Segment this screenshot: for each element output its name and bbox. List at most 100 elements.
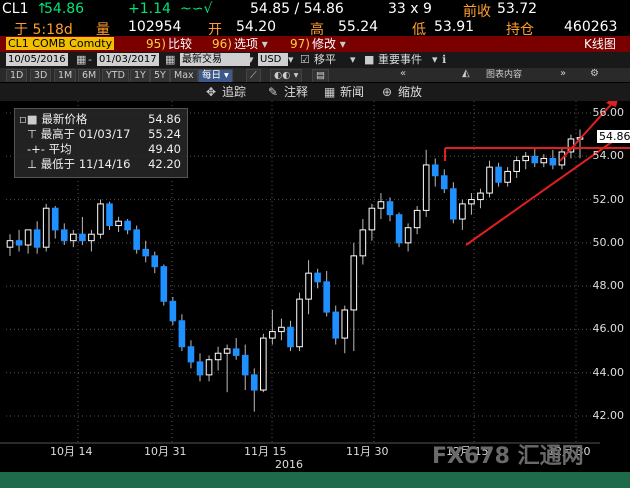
x-tick-label: 11月 15 — [244, 445, 287, 458]
options-bar: 10/05/2016 ▦ - 01/03/2017 ▦ 最新交易 ▾ USD ▾… — [0, 52, 630, 68]
mode-select[interactable]: 最新交易 — [180, 53, 250, 66]
period-3d[interactable]: 3D — [30, 69, 52, 82]
candle-up — [459, 203, 466, 220]
candle-down — [79, 233, 86, 242]
end-date-field[interactable]: 01/03/2017 — [97, 53, 159, 66]
info-icon[interactable]: ℹ — [442, 53, 446, 66]
low: 53.91 — [434, 19, 475, 35]
candle-down — [124, 220, 131, 231]
candle-up — [269, 331, 276, 339]
candle-down — [51, 207, 59, 231]
track-button[interactable]: 追踪 — [222, 85, 246, 99]
candle-down — [549, 157, 557, 166]
news-icon: ▦ — [324, 85, 336, 99]
chevron-down-icon[interactable]: ▾ — [432, 53, 438, 66]
x-tick-label: 11月 30 — [346, 445, 389, 458]
candle-up — [377, 201, 385, 209]
open-interest: 460263 — [564, 19, 618, 35]
news-button[interactable]: 新闻 — [340, 85, 364, 99]
y-tick-label: 42.00 — [592, 409, 625, 422]
table-icon[interactable]: ▤ — [312, 69, 329, 82]
chevron-down-icon[interactable]: ▾ — [248, 53, 254, 66]
prev-close: 53.72 — [497, 1, 538, 17]
chevron-down-icon: ▾ — [257, 37, 268, 51]
security-field[interactable]: CL1 COMB Comdty — [6, 37, 115, 50]
compare-label: 比较 — [167, 37, 192, 51]
legend-low-label: 最低于 11/14/16 — [40, 157, 131, 171]
calendar-icon[interactable]: ▦ — [76, 53, 86, 66]
candle-down — [287, 326, 294, 348]
options-button[interactable]: 96) 选项 ▾ — [212, 37, 268, 51]
smooth-label: 移平 — [314, 53, 336, 66]
checkbox-icon[interactable]: ■ — [364, 53, 374, 66]
frequency-select[interactable]: 每日 ▾ — [198, 69, 233, 82]
legend-last-label: 最新价格 — [41, 112, 88, 126]
period-max[interactable]: Max — [170, 69, 198, 82]
compare-button[interactable]: 95) 比较 — [146, 37, 192, 51]
double-chevron-left-icon[interactable]: « — [400, 68, 406, 79]
annotate-button[interactable]: 注释 — [284, 85, 308, 99]
chart-tools: ✥ 追踪 ✎ 注释 ▦ 新闻 ⊕ 缩放 — [0, 83, 630, 101]
gear-icon[interactable]: ⚙ — [590, 68, 599, 79]
function-menu: CL1 COMB Comdty 95) 比较 96) 选项 ▾ 97) 修改 ▾ K线… — [0, 36, 630, 52]
dash-separator: - — [88, 53, 92, 66]
double-chevron-right-icon[interactable]: » — [560, 68, 566, 79]
candle-down — [196, 361, 204, 376]
candle-down — [531, 155, 539, 164]
chevron-down-icon[interactable]: ▾ — [350, 53, 356, 66]
candle-down — [151, 255, 159, 268]
legend-item-avg: -+- 平均 — [27, 142, 72, 156]
volume: 102954 — [128, 19, 182, 35]
line-chart-icon[interactable]: ⟋ — [246, 69, 261, 82]
period-1y[interactable]: 1Y — [130, 69, 150, 82]
legend-avg-value: 49.40 — [148, 142, 181, 156]
last-price-tag: 54.86 — [597, 130, 630, 143]
crosshair-icon: ✥ — [206, 85, 217, 99]
ticker[interactable]: CL1 — [2, 1, 28, 17]
candlestick-view-label[interactable]: K线图 — [584, 37, 616, 51]
y-tick-label: 56.00 — [592, 106, 625, 119]
candle-down — [15, 240, 23, 246]
legend-last-value: 54.86 — [148, 112, 181, 126]
candle-down — [440, 175, 448, 190]
legend-high-value: 55.24 — [148, 127, 181, 141]
chart-type-select[interactable]: ◐◐ ▾ — [270, 69, 303, 82]
candle-up — [341, 309, 349, 339]
candle-down — [323, 281, 330, 313]
start-date-field[interactable]: 10/05/2016 — [6, 53, 68, 66]
candle-up — [513, 160, 520, 172]
legend-low-value: 42.20 — [148, 157, 181, 171]
options-label: 选项 — [233, 37, 258, 51]
edit-num: 97) — [290, 37, 310, 51]
calendar-icon[interactable]: ▦ — [165, 53, 175, 66]
scroll-bar[interactable] — [0, 472, 630, 488]
candle-down — [169, 300, 177, 322]
period-1m[interactable]: 1M — [54, 69, 77, 82]
price-legend[interactable]: ▫■ 最新价格 54.86 ⊤ 最高于 01/03/17 55.24 -+- 平… — [14, 108, 188, 178]
candle-up — [359, 229, 367, 257]
period-5y[interactable]: 5Y — [150, 69, 170, 82]
chart-content-label[interactable]: 图表内容 — [486, 68, 522, 82]
candle-down — [33, 229, 41, 248]
legend-item-last: ▫■ 最新价格 — [19, 112, 87, 126]
currency-select[interactable]: USD — [258, 53, 288, 66]
period-1d[interactable]: 1D — [6, 69, 28, 82]
candle-up — [305, 272, 312, 300]
candle-down — [142, 248, 150, 257]
y-tick-label: 46.00 — [592, 322, 625, 336]
mountain-chart-icon[interactable]: ◭ — [462, 68, 470, 79]
candle-down — [160, 266, 168, 302]
legend-item-low: ⊥ 最低于 11/14/16 — [27, 157, 131, 171]
period-6m[interactable]: 6M — [78, 69, 101, 82]
open-interest-label: 持仓 — [506, 22, 534, 36]
candle-up — [223, 348, 231, 354]
chevron-down-icon[interactable]: ▾ — [288, 53, 294, 66]
candle-up — [88, 233, 95, 242]
edit-button[interactable]: 97) 修改 ▾ — [290, 37, 346, 51]
zoom-button[interactable]: 缩放 — [398, 85, 422, 99]
checkbox-icon[interactable]: ☑ — [300, 53, 310, 66]
period-ytd[interactable]: YTD — [102, 69, 129, 82]
candle-up — [468, 199, 475, 205]
quote-bar-2: 于 5:18d 量 102954 开 54.20 高 55.24 低 53.91… — [0, 18, 630, 36]
candle-up — [70, 233, 77, 242]
